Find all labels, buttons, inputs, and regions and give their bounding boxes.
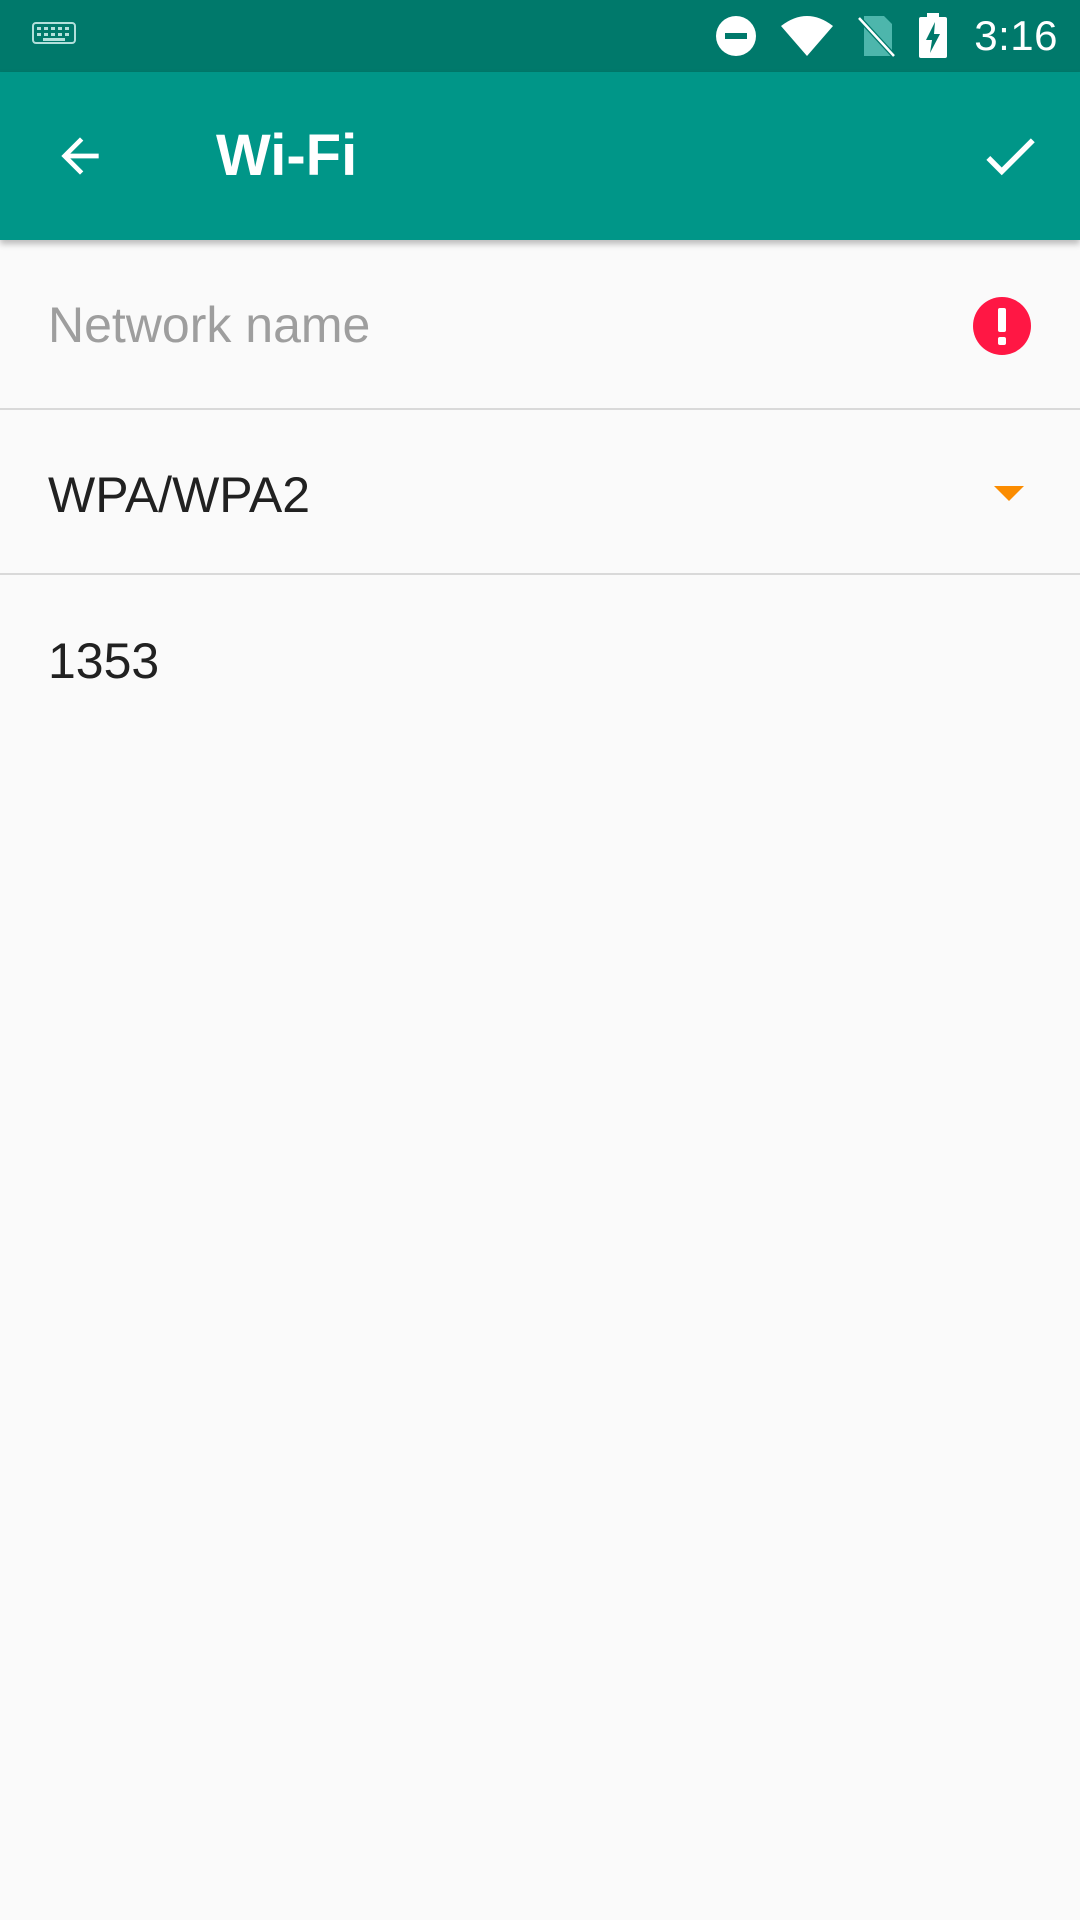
keyboard-icon [32, 22, 76, 44]
security-selected-value: WPA/WPA2 [48, 467, 311, 523]
security-dropdown[interactable]: WPA/WPA2 [0, 410, 1080, 575]
app-bar: Wi-Fi [0, 72, 1080, 240]
confirm-button[interactable] [966, 112, 1054, 200]
password-input[interactable]: 1353 [48, 632, 159, 690]
battery-charging-icon [919, 13, 948, 58]
arrow-back-icon [61, 137, 99, 175]
error-icon [973, 297, 1031, 355]
network-name-input[interactable]: Network name [48, 296, 370, 354]
dropdown-arrow-icon [994, 486, 1024, 501]
network-name-row: Network name [0, 240, 1080, 410]
clock: 3:16 [974, 12, 1058, 59]
check-icon [986, 138, 1035, 176]
do-not-disturb-icon [716, 16, 757, 56]
back-button[interactable] [40, 116, 120, 196]
status-bar: 3:16 [0, 0, 1080, 72]
wifi-icon [781, 16, 834, 56]
page-title: Wi-Fi [216, 123, 358, 188]
no-sim-icon [857, 16, 897, 58]
